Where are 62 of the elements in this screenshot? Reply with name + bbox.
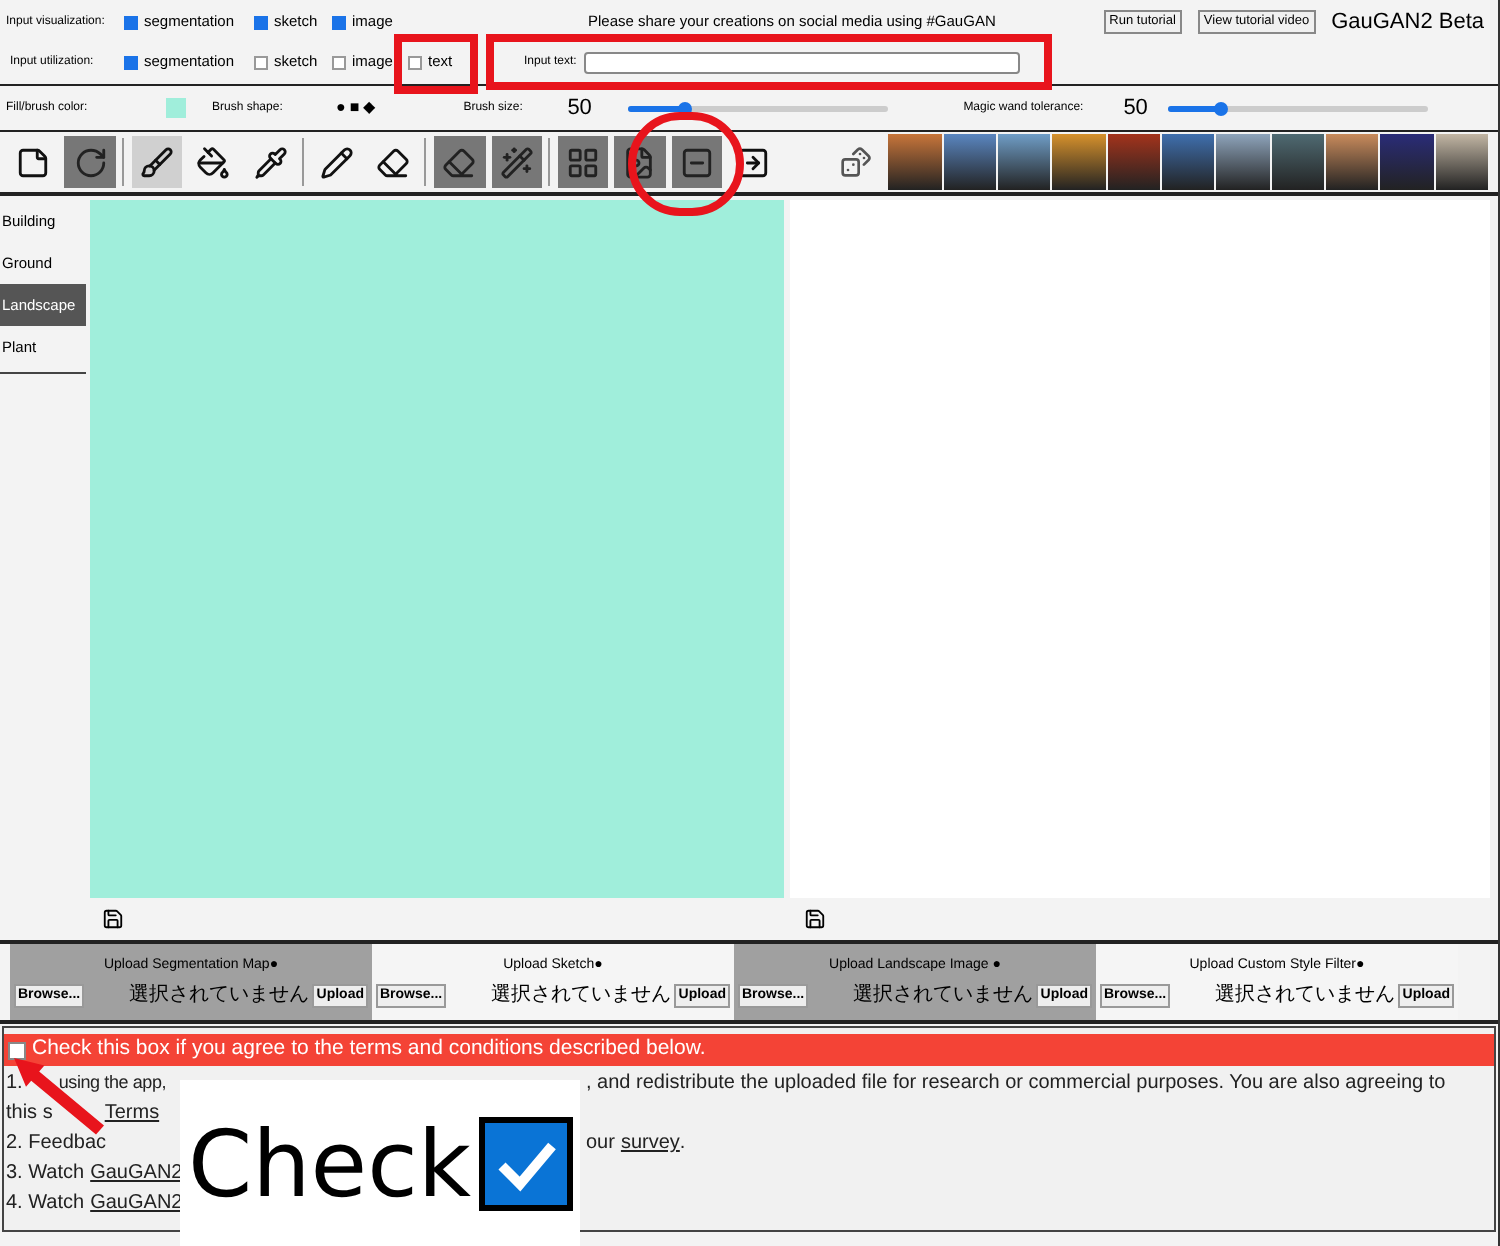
brush-shape[interactable]: ●: [336, 96, 346, 120]
checkbox[interactable]: [254, 55, 268, 69]
photo-placeholder[interactable]: [1052, 134, 1106, 190]
photo-placeholder[interactable]: [1161, 134, 1215, 190]
terms-link[interactable]: GauGAN2: [90, 1158, 183, 1188]
photo-placeholder[interactable]: [1216, 134, 1270, 190]
magic-wand-icon: [499, 145, 534, 179]
redo-icon: [73, 145, 108, 179]
grid-icon: [566, 145, 601, 179]
brush-icon: [139, 145, 174, 179]
brush-shape[interactable]: ■: [349, 96, 360, 120]
highlight-frame: [394, 34, 478, 94]
app-title: GauGAN2 Beta: [1331, 7, 1484, 38]
terms-text: 1.: [6, 1070, 23, 1098]
terms-text: .: [679, 1130, 686, 1158]
terms-text: using the app,: [58, 1070, 167, 1096]
checkbox[interactable]: [254, 15, 268, 29]
terms-link[interactable]: Terms: [104, 1098, 160, 1128]
photo-placeholder[interactable]: [1435, 134, 1488, 190]
file-status: 選択されていません: [490, 985, 671, 1006]
eraser-icon: [376, 145, 411, 179]
checkbox[interactable]: [124, 15, 138, 29]
pencil-icon: [319, 145, 354, 179]
slider-track[interactable]: [1167, 105, 1428, 111]
terms-text: 2. Feedbac: [6, 1130, 107, 1158]
file-status: 選択されていません: [852, 985, 1033, 1006]
file-status: 選択されていません: [1214, 985, 1395, 1006]
file-image-icon: [622, 145, 657, 179]
save-icon: [804, 908, 826, 930]
terms-text: 3. Watch: [6, 1160, 85, 1188]
checkbox[interactable]: [8, 1041, 26, 1059]
slider-value: 50: [1123, 93, 1150, 124]
paint-bucket-icon: [196, 145, 231, 179]
slider-thumb[interactable]: [1213, 101, 1228, 115]
tool-button[interactable]: [557, 136, 609, 188]
brush-shape[interactable]: ◆: [363, 96, 376, 120]
file-status: 選択されていません: [128, 985, 309, 1006]
text-input[interactable]: [584, 51, 1021, 73]
tool-button[interactable]: [131, 136, 182, 188]
eraser-icon: [442, 145, 477, 179]
agree-label: Check this box if you agree to the terms and conditions described below.: [32, 1034, 706, 1065]
checkbox[interactable]: [124, 55, 138, 69]
slider-value: 50: [567, 93, 594, 124]
save-icon: [102, 908, 124, 930]
slider-track[interactable]: [627, 105, 888, 111]
terms-text: 4. Watch: [6, 1190, 85, 1218]
color-swatch[interactable]: [166, 98, 186, 118]
dice-icon: [840, 146, 873, 178]
minus-square-icon: [679, 145, 714, 179]
checkbox[interactable]: [408, 55, 422, 69]
note-icon: [16, 145, 51, 179]
terms-link[interactable]: survey: [620, 1128, 680, 1158]
pipette-icon: [253, 145, 288, 179]
terms-link[interactable]: GauGAN2: [90, 1188, 183, 1218]
callout-text: Check: [188, 1117, 472, 1209]
photo-placeholder[interactable]: [1325, 134, 1379, 190]
checkbox[interactable]: [332, 55, 346, 69]
checkbox[interactable]: [332, 15, 346, 29]
terms-text: this s: [6, 1100, 53, 1128]
terms-text: , and redistribute the uploaded file for research or commercial purposes. You are also agreeing to: [586, 1070, 1446, 1098]
random-button[interactable]: [840, 146, 873, 178]
terms-text: our: [586, 1130, 615, 1158]
